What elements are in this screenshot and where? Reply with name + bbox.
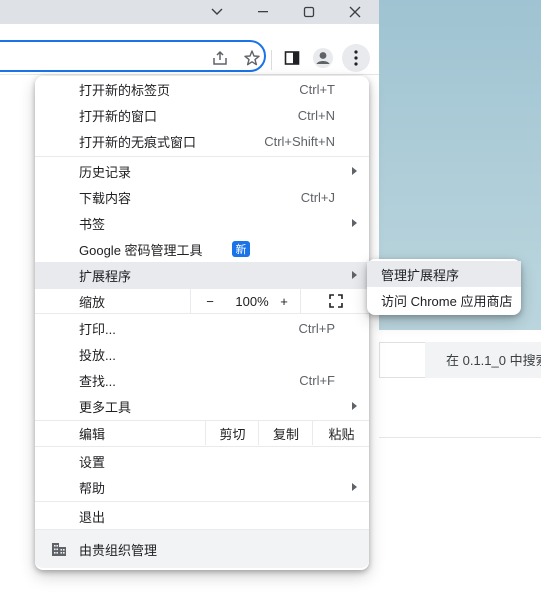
menu-item-password-manager[interactable]: Google 密码管理工具 新 [35,236,369,262]
menu-item-label: 打印... [79,321,116,337]
menu-separator [35,446,369,447]
side-panel-icon [284,51,300,65]
menu-item-bookmarks[interactable]: 书签 [35,210,369,236]
copy-label: 复制 [272,426,299,442]
shortcut-label: Ctrl+J [300,189,335,205]
submenu-item-label: 管理扩展程序 [381,267,460,283]
menu-separator [35,313,369,314]
building-icon [52,543,66,556]
submenu-arrow-icon [352,167,357,175]
menu-button[interactable] [342,44,370,72]
menu-item-new-tab[interactable]: 打开新的标签页 Ctrl+T [35,76,369,102]
menu-item-label: 退出 [79,509,106,525]
zoom-in-button[interactable]: + [276,289,292,313]
profile-button[interactable] [311,46,335,70]
menu-item-label: 帮助 [79,480,106,496]
menu-item-print[interactable]: 打印... Ctrl+P [35,315,369,341]
menu-item-label: 缩放 [79,294,106,310]
menu-item-cast[interactable]: 投放... [35,341,369,367]
tab-search-button[interactable] [194,0,240,24]
background-input-box [379,342,425,378]
star-icon [244,50,260,66]
menu-item-label: 查找... [79,373,116,389]
extensions-submenu: 管理扩展程序 访问 Chrome 应用商店 [367,259,521,315]
chrome-menu: 打开新的标签页 Ctrl+T 打开新的窗口 Ctrl+N 打开新的无痕式窗口 C… [35,76,369,570]
menu-item-settings[interactable]: 设置 [35,448,369,474]
menu-separator [35,501,369,502]
zoom-out-button[interactable]: − [190,289,229,313]
menu-item-downloads[interactable]: 下载内容 Ctrl+J [35,184,369,210]
zoom-out-label: − [206,293,214,309]
restore-button[interactable] [286,0,332,24]
fullscreen-icon [328,294,343,308]
shortcut-label: Ctrl+T [299,81,335,97]
submenu-arrow-icon [352,271,357,279]
menu-item-label: 设置 [79,454,106,470]
restore-icon [303,6,315,18]
menu-item-zoom: 缩放 − 100% + [35,289,369,313]
menu-item-label: 打开新的无痕式窗口 [79,134,197,150]
copy-button[interactable]: 复制 [258,421,313,445]
submenu-arrow-icon [352,402,357,410]
new-badge: 新 [232,241,250,257]
minimize-button[interactable] [240,0,286,24]
menu-item-exit[interactable]: 退出 [35,503,369,529]
menu-item-extensions[interactable]: 扩展程序 [35,262,369,288]
background-divider [379,437,541,438]
submenu-item-chrome-web-store[interactable]: 访问 Chrome 应用商店 [367,287,521,313]
close-icon [349,6,361,18]
avatar-icon [313,48,333,68]
menu-item-managed-by-org[interactable]: 由贵组织管理 [35,530,369,568]
submenu-item-label: 访问 Chrome 应用商店 [381,293,513,309]
menu-item-label: 打开新的标签页 [79,82,171,98]
zoom-in-label: + [280,293,288,309]
more-vert-icon [354,50,358,66]
cut-button[interactable]: 剪切 [205,421,259,445]
background-search-text: 在 0.1.1_0 中搜索 [446,353,541,368]
cut-label: 剪切 [219,426,246,442]
menu-item-label: 历史记录 [79,164,132,180]
menu-item-edit: 编辑 剪切 复制 粘贴 [35,421,369,445]
menu-separator [35,156,369,157]
side-panel-button[interactable] [280,46,304,70]
menu-item-label: 更多工具 [79,399,132,415]
menu-item-help[interactable]: 帮助 [35,474,369,500]
submenu-arrow-icon [352,219,357,227]
bookmark-star-button[interactable] [240,46,264,70]
menu-item-label: 编辑 [79,426,106,442]
zoom-value: 100% [228,289,276,313]
toolbar [0,24,379,75]
menu-item-label: 打开新的窗口 [79,108,158,124]
menu-item-label: 下载内容 [79,190,132,206]
menu-item-label: Google 密码管理工具 [79,242,203,258]
shortcut-label: Ctrl+Shift+N [264,133,335,149]
close-button[interactable] [332,0,378,24]
shortcut-label: Ctrl+N [297,107,335,123]
submenu-arrow-icon [352,483,357,491]
menu-item-label: 书签 [79,216,106,232]
toolbar-divider [271,50,272,70]
menu-item-label: 由贵组织管理 [79,542,158,558]
paste-button[interactable]: 粘贴 [312,421,370,445]
share-button[interactable] [208,46,232,70]
share-icon [213,50,227,65]
shortcut-label: Ctrl+F [299,372,335,388]
menu-item-new-incognito-window[interactable]: 打开新的无痕式窗口 Ctrl+Shift+N [35,128,369,154]
menu-item-history[interactable]: 历史记录 [35,158,369,184]
shortcut-label: Ctrl+P [298,320,335,336]
menu-item-label: 投放... [79,347,116,363]
chevron-down-icon [211,8,223,15]
submenu-item-manage-extensions[interactable]: 管理扩展程序 [367,261,521,287]
menu-item-find[interactable]: 查找... Ctrl+F [35,367,369,393]
zoom-value-label: 100% [235,293,269,309]
menu-item-new-window[interactable]: 打开新的窗口 Ctrl+N [35,102,369,128]
menu-item-more-tools[interactable]: 更多工具 [35,393,369,419]
minimize-icon [258,11,268,13]
paste-label: 粘贴 [328,426,355,442]
fullscreen-button[interactable] [300,289,370,313]
title-bar [0,0,379,24]
menu-item-label: 扩展程序 [79,268,132,284]
